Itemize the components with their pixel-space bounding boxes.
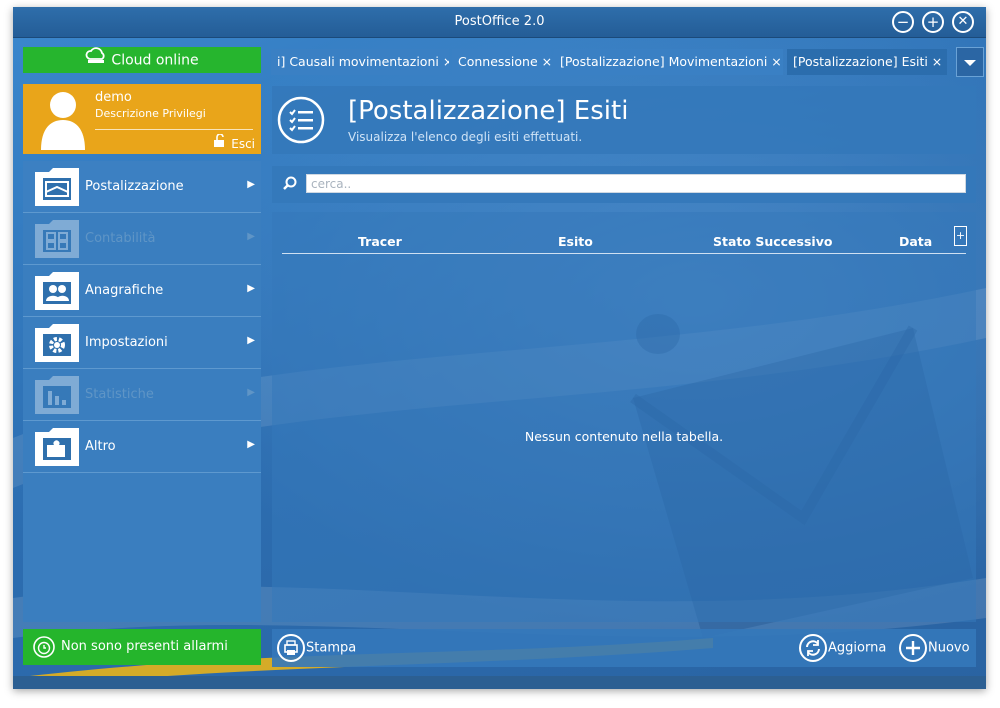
window-title: PostOffice 2.0	[454, 14, 545, 29]
sidebar-item-label: Contabilità	[85, 231, 156, 246]
refresh-label: Aggiorna	[828, 640, 887, 656]
app-window: PostOffice 2.0 − + ✕ Cloud online demo D…	[13, 7, 986, 689]
tab-causali-movimentazioni[interactable]: i] Causali movimentazioni ×	[271, 49, 449, 75]
column-header-data[interactable]: Data	[899, 234, 932, 249]
action-bar: Stampa Aggiorna Nuovo	[272, 629, 976, 667]
sidebar-item-label: Altro	[85, 439, 116, 454]
tab-list-button[interactable]	[956, 47, 984, 77]
sidebar-item-label: Postalizzazione	[85, 179, 184, 194]
sidebar-item-anagrafiche[interactable]: Anagrafiche ▶	[23, 265, 261, 317]
logout-label: Esci	[231, 137, 255, 151]
search-input[interactable]	[306, 174, 966, 193]
table-header: Tracer Esito Stato Successivo Data	[282, 227, 966, 254]
column-header-tracer[interactable]: Tracer	[358, 234, 402, 249]
tab-label: i] Causali movimentazioni ×	[277, 54, 449, 69]
plus-icon	[898, 634, 928, 662]
page-subtitle: Visualizza l'elenco degli esiti effettua…	[348, 130, 583, 144]
tab-connessione[interactable]: Connessione ×	[452, 49, 551, 75]
gear-icon	[35, 324, 79, 362]
bar-chart-icon	[35, 376, 79, 414]
sidebar-menu: Postalizzazione ▶ Contabilità ▶ Anagrafi…	[23, 161, 261, 622]
cloud-status-bar: Cloud online	[23, 47, 261, 73]
alarm-status-bar: Non sono presenti allarmi	[23, 629, 261, 665]
user-panel: demo Descrizione Privilegi Esci	[23, 84, 261, 154]
chevron-right-icon: ▶	[247, 439, 255, 450]
new-label: Nuovo	[928, 640, 970, 656]
printer-icon	[276, 634, 306, 662]
tab-esiti[interactable]: [Postalizzazione] Esiti ×	[787, 49, 947, 75]
divider	[95, 129, 253, 130]
add-column-button[interactable]: +	[954, 226, 967, 246]
avatar	[41, 88, 85, 154]
column-header-esito[interactable]: Esito	[558, 234, 593, 249]
chevron-right-icon: ▶	[247, 283, 255, 294]
sidebar-item-contabilita: Contabilità ▶	[23, 213, 261, 265]
new-button[interactable]: Nuovo	[898, 633, 970, 663]
chevron-right-icon: ▶	[247, 335, 255, 346]
sidebar-item-label: Impostazioni	[85, 335, 168, 350]
refresh-icon	[798, 634, 828, 662]
page-title: [Postalizzazione] Esiti	[348, 96, 629, 126]
sidebar-item-impostazioni[interactable]: Impostazioni ▶	[23, 317, 261, 369]
empty-table-message: Nessun contenuto nella tabella.	[524, 429, 724, 444]
search-bar	[272, 166, 976, 203]
print-label: Stampa	[306, 640, 357, 656]
chevron-right-icon: ▶	[247, 179, 255, 190]
cloud-status-label: Cloud online	[111, 52, 199, 69]
tab-label: [Postalizzazione] Movimentazioni ×	[560, 54, 782, 69]
user-description: Descrizione Privilegi	[95, 107, 206, 120]
maximize-icon[interactable]: +	[922, 11, 944, 33]
title-bar: PostOffice 2.0 − + ✕	[13, 7, 986, 38]
status-bar	[13, 676, 986, 689]
unlock-icon	[213, 133, 231, 151]
puzzle-icon	[35, 428, 79, 466]
tab-movimentazioni[interactable]: [Postalizzazione] Movimentazioni ×	[554, 49, 783, 75]
alarm-status-label: Non sono presenti allarmi	[61, 639, 228, 654]
cloud-icon	[85, 47, 107, 74]
column-header-stato-successivo[interactable]: Stato Successivo	[713, 234, 832, 249]
tab-label: Connessione ×	[458, 54, 551, 69]
tab-label: [Postalizzazione] Esiti ×	[793, 54, 943, 69]
results-table: Tracer Esito Stato Successivo Data + Nes…	[272, 212, 976, 622]
minimize-icon[interactable]: −	[892, 11, 914, 33]
refresh-button[interactable]: Aggiorna	[798, 633, 886, 663]
chevron-down-icon	[964, 60, 976, 66]
sidebar-item-label: Statistiche	[85, 387, 154, 402]
sidebar-item-postalizzazione[interactable]: Postalizzazione ▶	[23, 161, 261, 213]
envelope-icon	[35, 168, 79, 206]
chevron-right-icon: ▶	[247, 387, 255, 398]
print-button[interactable]: Stampa	[276, 633, 356, 663]
page-header: [Postalizzazione] Esiti Visualizza l'ele…	[272, 86, 976, 154]
list-icon	[276, 95, 326, 149]
people-icon	[35, 272, 79, 310]
sidebar-item-label: Anagrafiche	[85, 283, 164, 298]
logout-button[interactable]: Esci	[213, 133, 255, 151]
user-name: demo	[95, 90, 132, 105]
search-icon	[282, 176, 298, 196]
sidebar-item-statistiche: Statistiche ▶	[23, 369, 261, 421]
calculator-icon	[35, 220, 79, 258]
chevron-right-icon: ▶	[247, 231, 255, 242]
sidebar-item-altro[interactable]: Altro ▶	[23, 421, 261, 473]
close-icon[interactable]: ✕	[952, 11, 974, 33]
alarm-clock-icon	[33, 636, 55, 662]
